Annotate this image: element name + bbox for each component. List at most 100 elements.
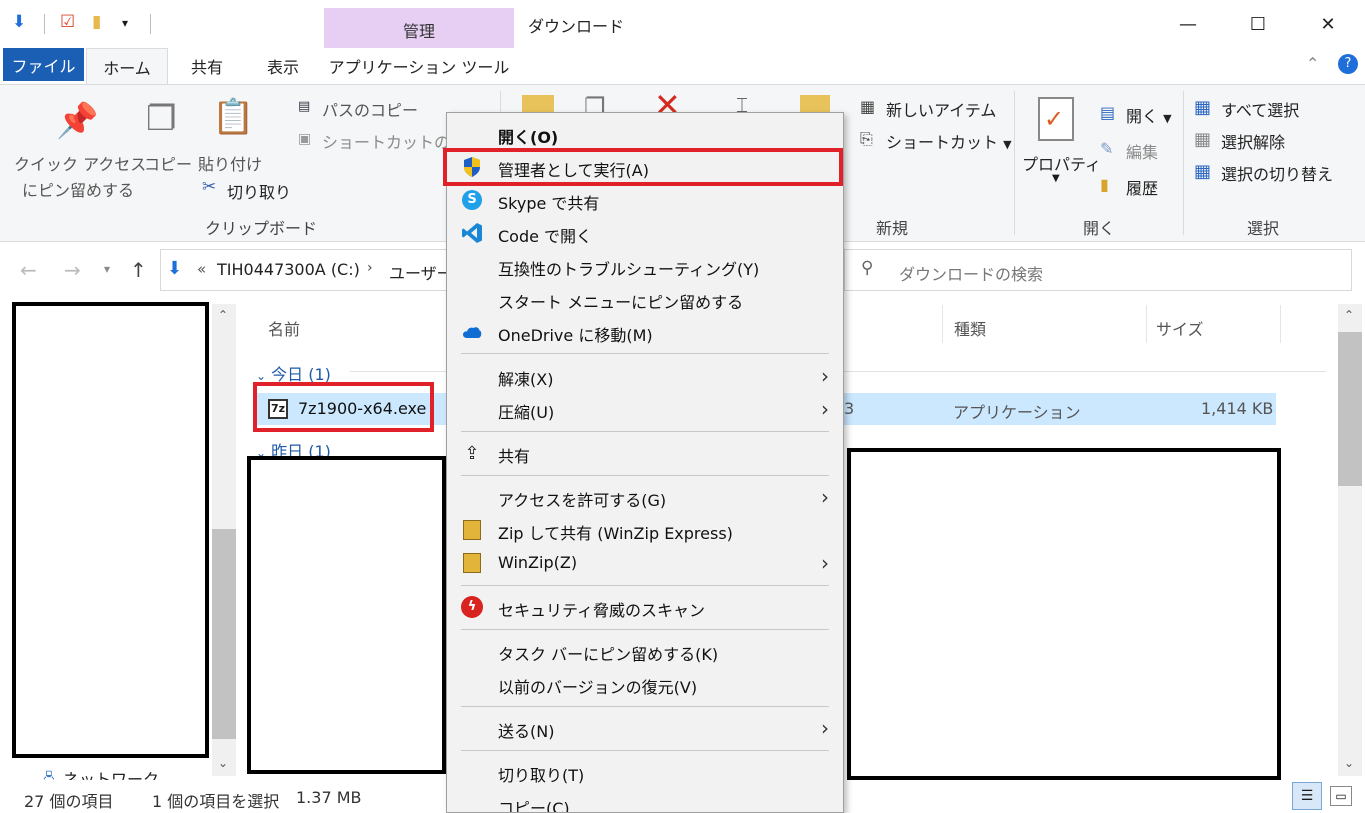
submenu-arrow-icon: › <box>821 397 829 421</box>
up-icon[interactable]: ↑ <box>130 258 147 282</box>
cut-button[interactable]: 切り取り <box>227 179 291 203</box>
menu-item-share-skype[interactable]: S Skype で共有 <box>447 184 843 217</box>
copy-path-button[interactable]: パスのコピー <box>322 97 418 121</box>
menu-item-send-to[interactable]: 送る(N) › <box>447 712 843 745</box>
menu-item-troubleshoot-compatibility[interactable]: 互換性のトラブルシューティング(Y) <box>447 250 843 283</box>
ribbon-tabs: ファイル ホーム 共有 表示 アプリケーション ツール ⌃ ? <box>0 48 1365 85</box>
new-item-button[interactable]: 新しいアイテム <box>886 97 996 121</box>
title-bar: ⬇ ☑ ▮ ▾ <box>0 0 1365 48</box>
properties-quick-icon[interactable]: ⬇ <box>12 12 26 32</box>
edit-button[interactable]: 編集 <box>1126 139 1158 163</box>
menu-separator <box>461 431 829 432</box>
recent-locations-icon[interactable]: ▾ <box>104 262 110 276</box>
minimize-button[interactable]: — <box>1168 8 1208 40</box>
large-icons-view-icon[interactable]: ▭ <box>1330 786 1352 806</box>
address-overflow[interactable]: « <box>197 260 206 278</box>
column-divider[interactable] <box>1146 305 1147 343</box>
tab-share[interactable]: 共有 <box>176 48 238 84</box>
column-header-name[interactable]: 名前 <box>268 316 300 340</box>
pin-quick-access-label-1[interactable]: クイック アクセス <box>14 151 146 175</box>
nav-pane-scrollbar[interactable]: ⌃ ⌄ <box>212 304 236 776</box>
scroll-down-icon[interactable]: ⌄ <box>1344 756 1354 770</box>
shortcut-button[interactable]: ショートカット ▼ <box>886 129 1012 153</box>
clipboard-icon: 📋 <box>212 97 255 137</box>
column-header-size[interactable]: サイズ <box>1156 316 1204 340</box>
pin-icon: 📌 <box>56 101 99 141</box>
menu-item-share[interactable]: ⇪ 共有 <box>447 437 843 470</box>
details-view-icon[interactable]: ☰ <box>1292 782 1322 810</box>
scroll-up-icon[interactable]: ⌃ <box>218 308 228 322</box>
tab-home[interactable]: ホーム <box>86 48 168 85</box>
menu-item-winzip[interactable]: WinZip(Z) › <box>447 547 843 580</box>
menu-item-compress[interactable]: 圧縮(U) › <box>447 393 843 426</box>
maximize-button[interactable]: ☐ <box>1238 8 1278 40</box>
menu-item-copy[interactable]: コピー(C) <box>447 789 843 812</box>
tab-application-tools[interactable]: アプリケーション ツール <box>324 48 514 84</box>
menu-item-cut[interactable]: 切り取り(T) <box>447 756 843 789</box>
close-button[interactable]: ✕ <box>1308 8 1348 40</box>
close-icon: ✕ <box>1320 13 1336 35</box>
checklist-icon[interactable]: ☑ <box>60 12 75 32</box>
scroll-down-icon[interactable]: ⌄ <box>218 756 228 770</box>
menu-separator <box>461 585 829 586</box>
menu-item-security-scan[interactable]: ϟ セキュリティ脅威のスキャン <box>447 591 843 624</box>
group-divider <box>1014 91 1015 235</box>
open-button[interactable]: 開く ▼ <box>1126 103 1172 127</box>
copy-button[interactable]: コピー <box>144 151 192 175</box>
highlight-box-file <box>253 382 434 432</box>
back-icon[interactable]: ← <box>20 258 37 282</box>
menu-item-pin-to-taskbar[interactable]: タスク バーにピン留めする(K) <box>447 635 843 668</box>
submenu-arrow-icon: › <box>821 364 829 388</box>
history-button[interactable]: 履歴 <box>1126 175 1158 199</box>
column-divider[interactable] <box>942 305 943 343</box>
select-all-button[interactable]: すべて選択 <box>1221 97 1299 121</box>
breadcrumb-users[interactable]: ユーザー <box>389 260 453 284</box>
menu-item-open-with-code[interactable]: Code で開く <box>447 217 843 250</box>
menu-item-pin-to-start[interactable]: スタート メニューにピン留めする <box>447 283 843 316</box>
shortcut-icon: ⎘ <box>860 129 873 148</box>
scroll-up-icon[interactable]: ⌃ <box>1344 308 1354 322</box>
address-bar[interactable]: ⬇ « TIH0447300A (C:) › ユーザー <box>160 249 453 291</box>
column-header-type[interactable]: 種類 <box>954 316 986 340</box>
help-icon[interactable]: ? <box>1338 54 1358 74</box>
trendmicro-icon: ϟ <box>461 596 483 618</box>
menu-item-open[interactable]: 開く(O) <box>447 118 843 151</box>
menu-separator <box>461 629 829 630</box>
pin-quick-access-label-2[interactable]: にピン留めする <box>22 177 134 201</box>
file-date-fragment: 3 <box>844 399 855 418</box>
menu-item-restore-previous-versions[interactable]: 以前のバージョンの復元(V) <box>447 668 843 701</box>
paste-button[interactable]: 貼り付け <box>198 151 262 175</box>
properties-button[interactable]: プロパティ <box>1022 151 1101 175</box>
maximize-icon: ☐ <box>1249 13 1267 35</box>
search-box[interactable]: ⚲ ダウンロードの検索 <box>844 249 1352 291</box>
tab-file[interactable]: ファイル <box>3 48 84 81</box>
skype-icon: S <box>461 189 483 211</box>
collapse-ribbon-icon[interactable]: ⌃ <box>1306 54 1319 73</box>
invert-selection-button[interactable]: 選択の切り替え <box>1221 161 1333 185</box>
scrollbar-thumb[interactable] <box>1338 332 1362 486</box>
redacted-region <box>12 302 209 758</box>
scrollbar-thumb[interactable] <box>212 529 236 739</box>
menu-item-give-access[interactable]: アクセスを許可する(G) › <box>447 481 843 514</box>
menu-item-move-to-onedrive[interactable]: OneDrive に移動(M) <box>447 316 843 349</box>
menu-item-zip-and-share[interactable]: Zip して共有 (WinZip Express) <box>447 514 843 547</box>
menu-separator <box>461 475 829 476</box>
redacted-region <box>247 456 446 774</box>
nav-item-network[interactable]: 🖧 ネットワーク <box>40 766 159 780</box>
folder-icon[interactable]: ▮ <box>92 12 101 32</box>
onedrive-icon <box>461 321 483 343</box>
menu-item-extract[interactable]: 解凍(X) › <box>447 360 843 393</box>
content-scrollbar[interactable]: ⌃ ⌄ <box>1338 304 1362 776</box>
network-icon: 🖧 <box>40 770 58 780</box>
column-divider[interactable] <box>1280 305 1281 343</box>
tab-view[interactable]: 表示 <box>250 48 316 84</box>
divider <box>44 14 45 34</box>
forward-icon[interactable]: → <box>64 258 81 282</box>
properties-dropdown-icon[interactable]: ▼ <box>1052 173 1060 184</box>
customize-toolbar-icon[interactable]: ▾ <box>122 16 128 30</box>
breadcrumb-drive[interactable]: TIH0447300A (C:) <box>217 260 360 279</box>
context-tab-header: 管理 <box>324 8 514 48</box>
search-input[interactable]: ダウンロードの検索 <box>899 261 1043 285</box>
file-size: 1,414 KB <box>1201 399 1274 418</box>
select-none-button[interactable]: 選択解除 <box>1221 129 1285 153</box>
